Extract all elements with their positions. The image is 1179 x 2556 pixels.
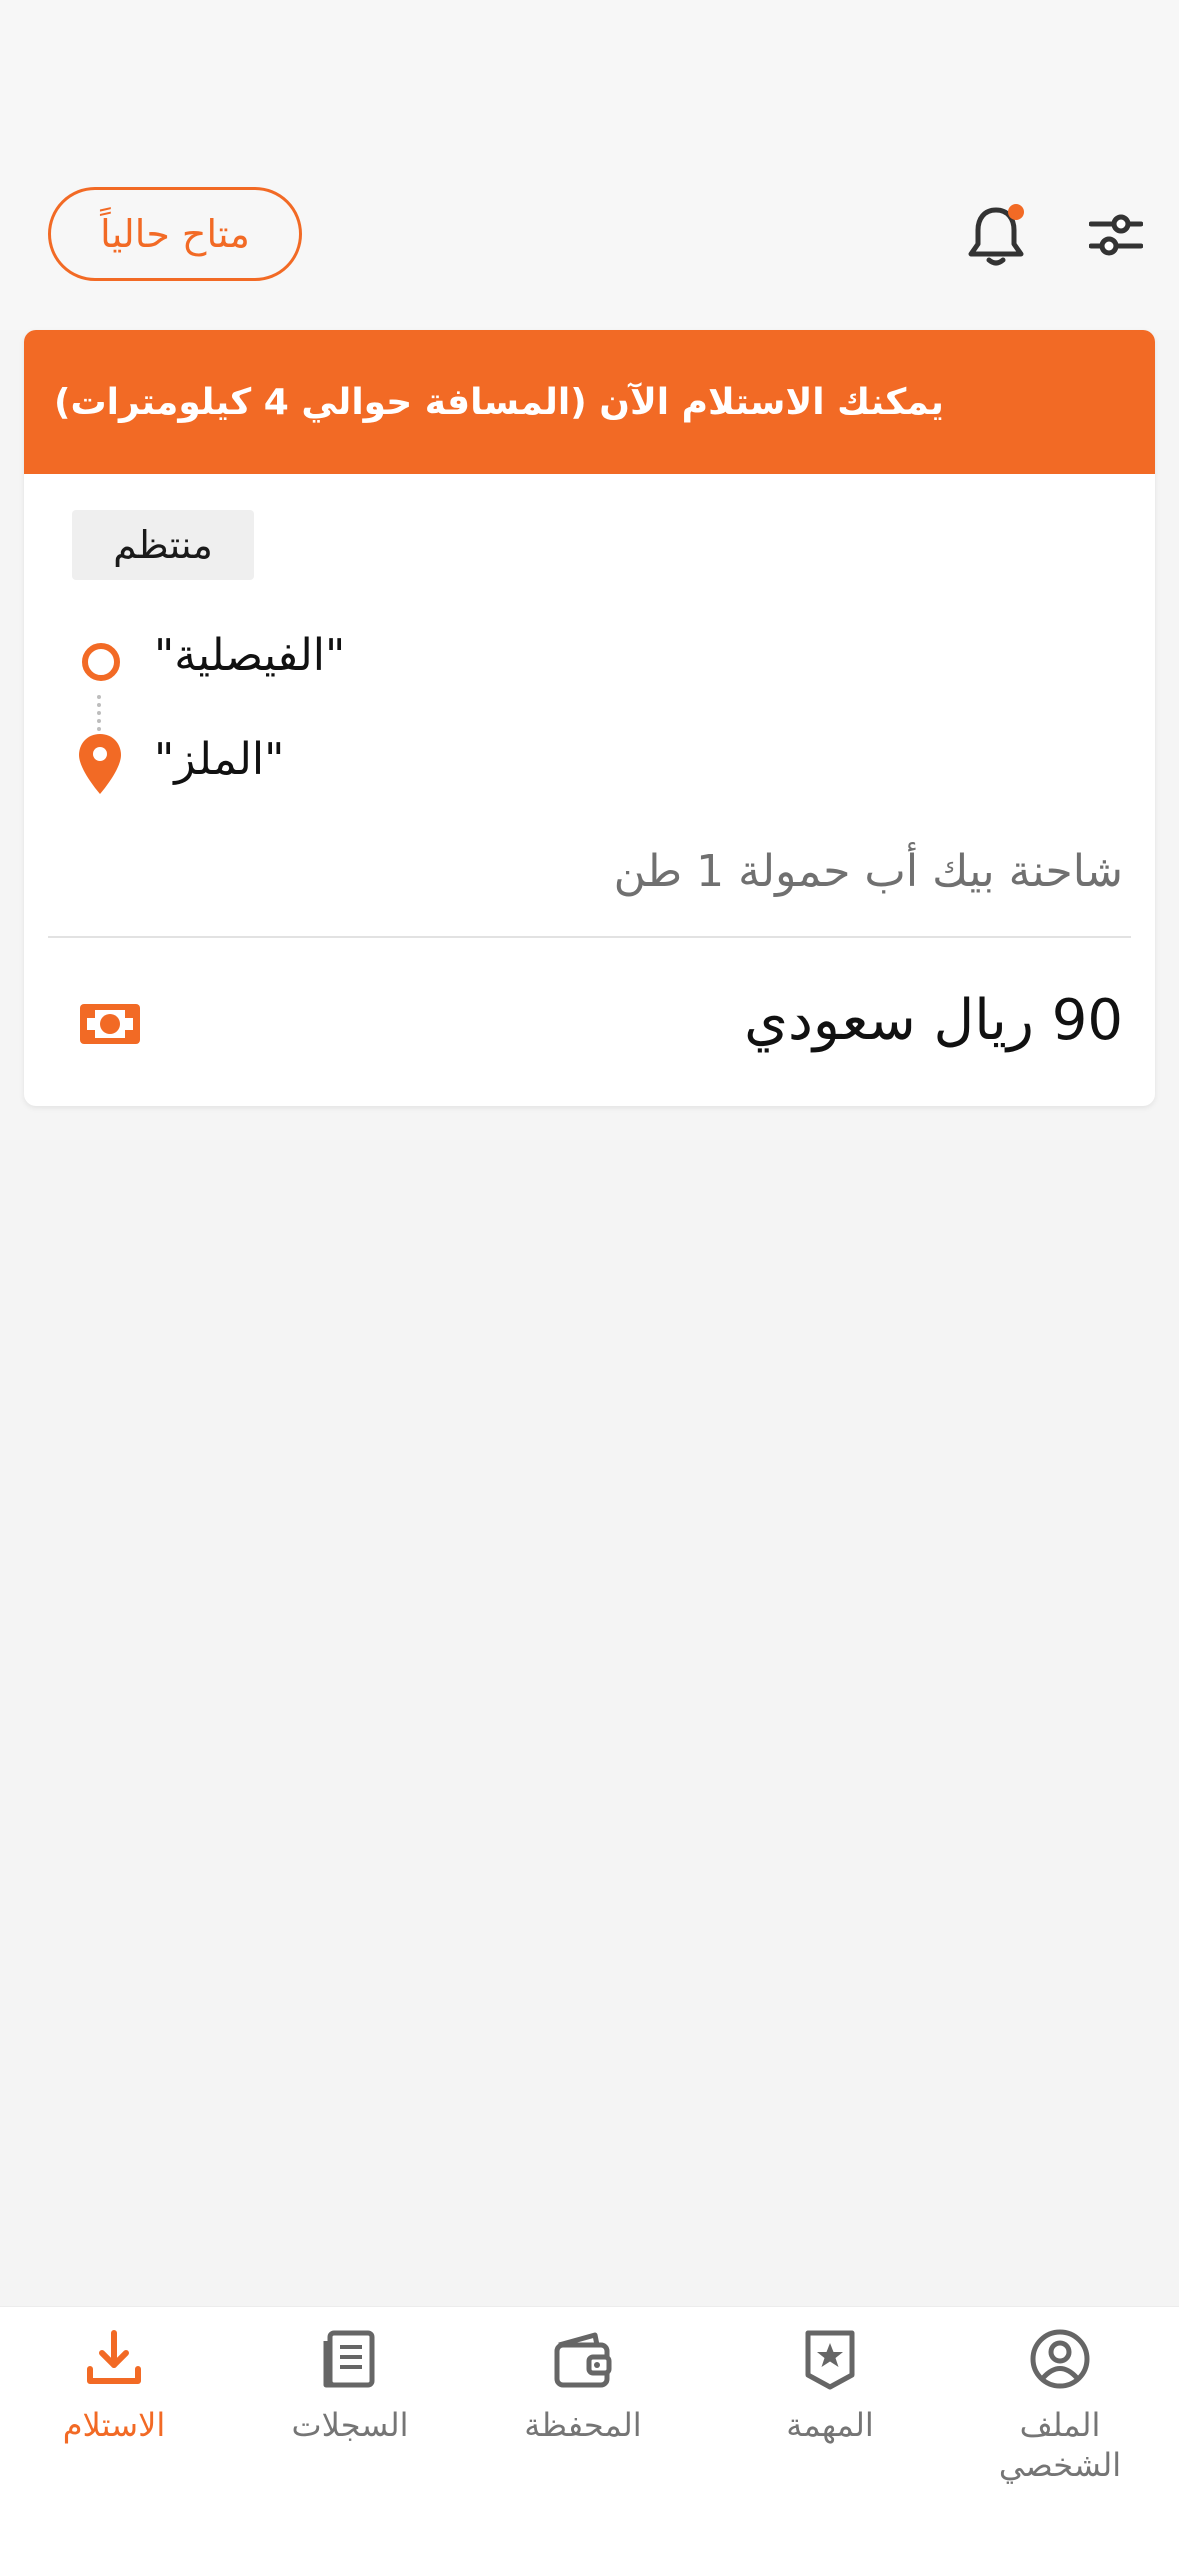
availability-toggle-button[interactable]: متاح حالياً — [48, 187, 302, 281]
order-type-tag: منتظم — [72, 510, 254, 580]
order-price: 90 ريال سعودي — [744, 988, 1123, 1053]
vehicle-type: شاحنة بيك أب حمولة 1 طن — [613, 846, 1123, 897]
sliders-icon — [1089, 214, 1143, 256]
wallet-icon — [554, 2332, 612, 2388]
profile-icon — [1030, 2329, 1090, 2389]
pickup-banner: يمكنك الاستلام الآن (المسافة حوالي 4 كيل… — [24, 330, 1155, 474]
notification-dot — [1008, 204, 1024, 220]
availability-label: متاح حالياً — [100, 212, 250, 256]
location-pin-icon — [79, 734, 121, 794]
destination-location: "الملز" — [154, 734, 285, 785]
download-icon — [87, 2330, 141, 2384]
nav-item-profile[interactable]: الملف الشخصي — [960, 2327, 1160, 2485]
bottom-navigation: الاستلام السجلات المحفظة المهمة الملف ال… — [0, 2306, 1179, 2556]
star-badge-icon — [805, 2330, 855, 2390]
nav-label-pickup: الاستلام — [62, 2406, 166, 2444]
nav-item-wallet[interactable]: المحفظة — [483, 2327, 683, 2445]
card-divider — [48, 936, 1131, 938]
nav-item-task[interactable]: المهمة — [730, 2327, 930, 2445]
empty-list-area — [0, 1140, 1179, 2306]
records-icon — [323, 2330, 375, 2388]
money-icon — [80, 1004, 140, 1044]
nav-label-profile: الملف الشخصي — [998, 2406, 1122, 2484]
origin-circle-icon — [82, 643, 120, 681]
filter-button[interactable] — [1076, 195, 1156, 275]
nav-item-records[interactable]: السجلات — [250, 2327, 450, 2445]
status-area — [0, 0, 1179, 150]
order-card[interactable]: يمكنك الاستلام الآن (المسافة حوالي 4 كيل… — [24, 330, 1155, 1106]
nav-label-records: السجلات — [291, 2406, 409, 2444]
nav-label-task: المهمة — [786, 2406, 874, 2444]
pickup-banner-text: يمكنك الاستلام الآن (المسافة حوالي 4 كيل… — [54, 381, 944, 423]
notifications-button[interactable] — [956, 195, 1036, 275]
nav-label-wallet: المحفظة — [524, 2406, 642, 2444]
nav-item-pickup[interactable]: الاستلام — [14, 2327, 214, 2445]
bell-icon — [968, 204, 1024, 266]
origin-location: "الفيصلية" — [154, 630, 346, 681]
